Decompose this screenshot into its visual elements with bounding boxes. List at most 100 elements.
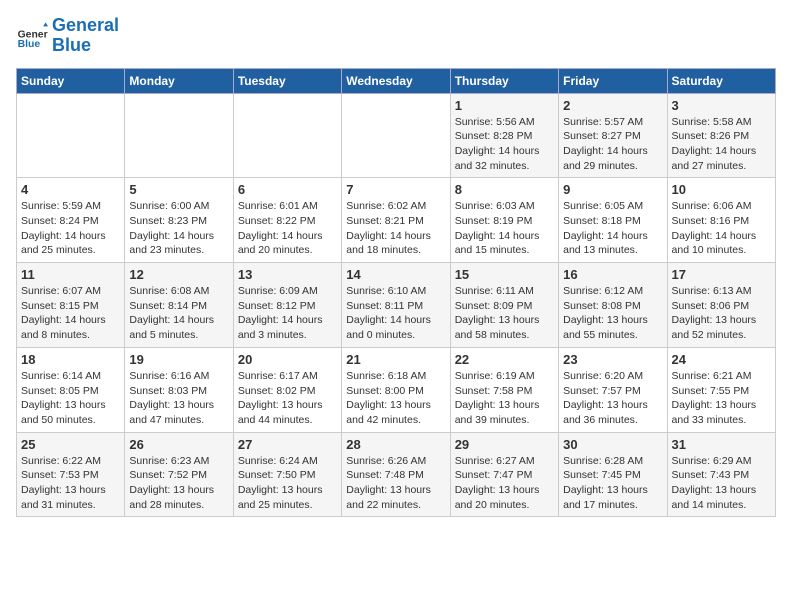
calendar-cell: 27 Sunrise: 6:24 AM Sunset: 7:50 PM Dayli… — [233, 432, 341, 517]
calendar-cell: 8 Sunrise: 6:03 AM Sunset: 8:19 PM Daylig… — [450, 178, 558, 263]
day-info: Sunrise: 6:09 AM Sunset: 8:12 PM Dayligh… — [238, 284, 337, 343]
calendar-cell: 9 Sunrise: 6:05 AM Sunset: 8:18 PM Daylig… — [559, 178, 667, 263]
day-number: 28 — [346, 437, 445, 452]
day-number: 11 — [21, 267, 120, 282]
day-number: 15 — [455, 267, 554, 282]
calendar-cell: 26 Sunrise: 6:23 AM Sunset: 7:52 PM Dayli… — [125, 432, 233, 517]
day-number: 14 — [346, 267, 445, 282]
day-number: 8 — [455, 182, 554, 197]
calendar-cell: 28 Sunrise: 6:26 AM Sunset: 7:48 PM Dayli… — [342, 432, 450, 517]
week-row-3: 11 Sunrise: 6:07 AM Sunset: 8:15 PM Dayli… — [17, 263, 776, 348]
day-info: Sunrise: 6:07 AM Sunset: 8:15 PM Dayligh… — [21, 284, 120, 343]
day-info: Sunrise: 6:08 AM Sunset: 8:14 PM Dayligh… — [129, 284, 228, 343]
calendar-cell: 17 Sunrise: 6:13 AM Sunset: 8:06 PM Dayli… — [667, 263, 775, 348]
day-number: 10 — [672, 182, 771, 197]
day-info: Sunrise: 6:23 AM Sunset: 7:52 PM Dayligh… — [129, 454, 228, 513]
day-info: Sunrise: 6:06 AM Sunset: 8:16 PM Dayligh… — [672, 199, 771, 258]
day-number: 16 — [563, 267, 662, 282]
calendar-cell: 13Sunrise: 6:09 AM Sunset: 8:12 PM Dayli… — [233, 263, 341, 348]
day-info: Sunrise: 6:17 AM Sunset: 8:02 PM Dayligh… — [238, 369, 337, 428]
calendar-cell: 3 Sunrise: 5:58 AM Sunset: 8:26 PM Daylig… — [667, 93, 775, 178]
calendar-cell: 1Sunrise: 5:56 AM Sunset: 8:28 PM Daylig… — [450, 93, 558, 178]
calendar-table: SundayMondayTuesdayWednesdayThursdayFrid… — [16, 68, 776, 518]
day-info: Sunrise: 6:24 AM Sunset: 7:50 PM Dayligh… — [238, 454, 337, 513]
week-row-4: 18 Sunrise: 6:14 AM Sunset: 8:05 PM Dayli… — [17, 347, 776, 432]
day-number: 20 — [238, 352, 337, 367]
day-number: 31 — [672, 437, 771, 452]
page-header: General Blue GeneralBlue — [16, 16, 776, 56]
calendar-cell: 12 Sunrise: 6:08 AM Sunset: 8:14 PM Dayli… — [125, 263, 233, 348]
day-number: 30 — [563, 437, 662, 452]
calendar-cell: 21 Sunrise: 6:18 AM Sunset: 8:00 PM Dayli… — [342, 347, 450, 432]
day-info: Sunrise: 6:16 AM Sunset: 8:03 PM Dayligh… — [129, 369, 228, 428]
day-info: Sunrise: 6:18 AM Sunset: 8:00 PM Dayligh… — [346, 369, 445, 428]
day-number: 22 — [455, 352, 554, 367]
day-number: 18 — [21, 352, 120, 367]
calendar-cell: 29 Sunrise: 6:27 AM Sunset: 7:47 PM Dayli… — [450, 432, 558, 517]
logo-icon: General Blue — [16, 20, 48, 52]
calendar-cell — [125, 93, 233, 178]
day-info: Sunrise: 6:26 AM Sunset: 7:48 PM Dayligh… — [346, 454, 445, 513]
day-number: 7 — [346, 182, 445, 197]
day-number: 27 — [238, 437, 337, 452]
day-info: Sunrise: 5:57 AM Sunset: 8:27 PM Dayligh… — [563, 115, 662, 174]
day-number: 3 — [672, 98, 771, 113]
day-info: Sunrise: 5:59 AM Sunset: 8:24 PM Dayligh… — [21, 199, 120, 258]
day-info: Sunrise: 6:00 AM Sunset: 8:23 PM Dayligh… — [129, 199, 228, 258]
day-info: Sunrise: 6:05 AM Sunset: 8:18 PM Dayligh… — [563, 199, 662, 258]
header-monday: Monday — [125, 68, 233, 93]
day-number: 17 — [672, 267, 771, 282]
calendar-cell: 10 Sunrise: 6:06 AM Sunset: 8:16 PM Dayli… — [667, 178, 775, 263]
day-info: Sunrise: 6:14 AM Sunset: 8:05 PM Dayligh… — [21, 369, 120, 428]
day-info: Sunrise: 6:19 AM Sunset: 7:58 PM Dayligh… — [455, 369, 554, 428]
header-thursday: Thursday — [450, 68, 558, 93]
calendar-cell: 31Sunrise: 6:29 AM Sunset: 7:43 PM Dayli… — [667, 432, 775, 517]
calendar-cell: 30 Sunrise: 6:28 AM Sunset: 7:45 PM Dayli… — [559, 432, 667, 517]
calendar-cell: 18 Sunrise: 6:14 AM Sunset: 8:05 PM Dayli… — [17, 347, 125, 432]
header-tuesday: Tuesday — [233, 68, 341, 93]
svg-text:Blue: Blue — [18, 39, 41, 50]
calendar-cell: 20 Sunrise: 6:17 AM Sunset: 8:02 PM Dayli… — [233, 347, 341, 432]
day-number: 19 — [129, 352, 228, 367]
day-number: 9 — [563, 182, 662, 197]
day-info: Sunrise: 6:28 AM Sunset: 7:45 PM Dayligh… — [563, 454, 662, 513]
calendar-cell: 4 Sunrise: 5:59 AM Sunset: 8:24 PM Daylig… — [17, 178, 125, 263]
day-number: 29 — [455, 437, 554, 452]
day-info: Sunrise: 6:13 AM Sunset: 8:06 PM Dayligh… — [672, 284, 771, 343]
calendar-header-row: SundayMondayTuesdayWednesdayThursdayFrid… — [17, 68, 776, 93]
day-info: Sunrise: 5:56 AM Sunset: 8:28 PM Dayligh… — [455, 115, 554, 174]
calendar-cell: 23Sunrise: 6:20 AM Sunset: 7:57 PM Dayli… — [559, 347, 667, 432]
day-info: Sunrise: 6:11 AM Sunset: 8:09 PM Dayligh… — [455, 284, 554, 343]
day-number: 21 — [346, 352, 445, 367]
calendar-cell: 2 Sunrise: 5:57 AM Sunset: 8:27 PM Daylig… — [559, 93, 667, 178]
day-info: Sunrise: 5:58 AM Sunset: 8:26 PM Dayligh… — [672, 115, 771, 174]
calendar-cell: 19 Sunrise: 6:16 AM Sunset: 8:03 PM Dayli… — [125, 347, 233, 432]
calendar-cell: 6 Sunrise: 6:01 AM Sunset: 8:22 PM Daylig… — [233, 178, 341, 263]
logo: General Blue GeneralBlue — [16, 16, 119, 56]
week-row-2: 4 Sunrise: 5:59 AM Sunset: 8:24 PM Daylig… — [17, 178, 776, 263]
calendar-cell: 16 Sunrise: 6:12 AM Sunset: 8:08 PM Dayli… — [559, 263, 667, 348]
week-row-1: 1Sunrise: 5:56 AM Sunset: 8:28 PM Daylig… — [17, 93, 776, 178]
logo-text: GeneralBlue — [52, 16, 119, 56]
day-info: Sunrise: 6:03 AM Sunset: 8:19 PM Dayligh… — [455, 199, 554, 258]
header-saturday: Saturday — [667, 68, 775, 93]
day-info: Sunrise: 6:27 AM Sunset: 7:47 PM Dayligh… — [455, 454, 554, 513]
day-number: 2 — [563, 98, 662, 113]
day-number: 24 — [672, 352, 771, 367]
header-sunday: Sunday — [17, 68, 125, 93]
calendar-cell: 22 Sunrise: 6:19 AM Sunset: 7:58 PM Dayli… — [450, 347, 558, 432]
day-number: 26 — [129, 437, 228, 452]
calendar-cell: 11 Sunrise: 6:07 AM Sunset: 8:15 PM Dayli… — [17, 263, 125, 348]
calendar-cell — [233, 93, 341, 178]
day-info: Sunrise: 6:01 AM Sunset: 8:22 PM Dayligh… — [238, 199, 337, 258]
calendar-cell: 5Sunrise: 6:00 AM Sunset: 8:23 PM Daylig… — [125, 178, 233, 263]
day-number: 25 — [21, 437, 120, 452]
day-info: Sunrise: 6:02 AM Sunset: 8:21 PM Dayligh… — [346, 199, 445, 258]
day-info: Sunrise: 6:12 AM Sunset: 8:08 PM Dayligh… — [563, 284, 662, 343]
day-number: 12 — [129, 267, 228, 282]
header-wednesday: Wednesday — [342, 68, 450, 93]
header-friday: Friday — [559, 68, 667, 93]
day-number: 6 — [238, 182, 337, 197]
day-number: 4 — [21, 182, 120, 197]
calendar-cell — [17, 93, 125, 178]
